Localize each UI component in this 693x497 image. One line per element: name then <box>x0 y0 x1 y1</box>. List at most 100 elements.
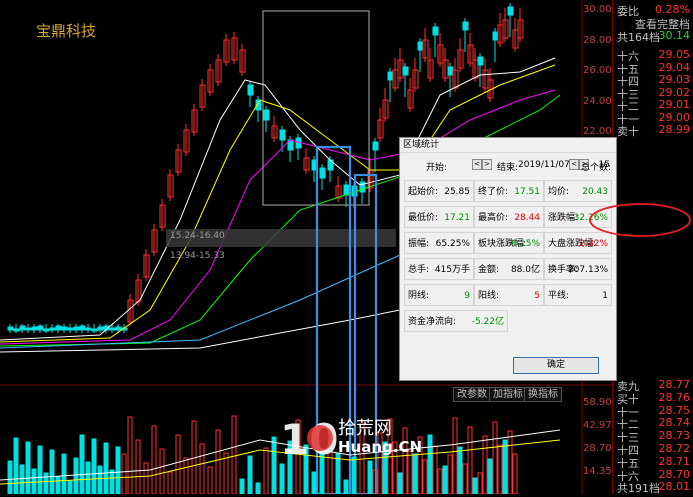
stat-cell: 最高价: 28.44 <box>474 206 544 228</box>
volume-bar <box>199 443 205 495</box>
volume-bar <box>159 448 165 495</box>
order-level-price: 29.00 <box>658 110 691 124</box>
price-tick: 22.00 <box>583 126 612 137</box>
candle-body <box>447 66 454 76</box>
start-stepper[interactable]: < > <box>472 159 492 170</box>
order-book-row[interactable]: 十二 29.01 <box>617 98 692 113</box>
candle-body <box>492 31 499 41</box>
volume-bar <box>457 446 463 495</box>
order-level-price: 29.05 <box>658 48 691 61</box>
volume-bar <box>507 430 513 495</box>
order-book-row[interactable]: 十五 29.04 <box>617 61 692 76</box>
order-level-price: 28.73 <box>658 429 691 443</box>
order-book-row[interactable]: 卖九 28.77 <box>617 378 692 393</box>
volume-bar <box>151 425 157 495</box>
volume-bar <box>437 468 443 495</box>
stat-value: -6.15% <box>508 239 540 249</box>
order-book-row[interactable]: 共164档 30.14 <box>617 29 692 44</box>
chevron-right-icon[interactable]: > <box>482 159 492 170</box>
order-level-price: 30.14 <box>658 29 691 42</box>
order-book-row[interactable]: 查看完整档 <box>617 16 692 31</box>
stat-value: 207.13% <box>567 265 608 275</box>
volume-bar <box>422 459 428 495</box>
stat-cell: 金额: 88.0亿 <box>474 258 544 280</box>
order-book-row[interactable]: 十一 28.75 <box>617 404 692 419</box>
stat-label: 阴线: <box>408 291 430 301</box>
candle-body <box>263 109 270 121</box>
stat-value: 20.43 <box>582 187 608 197</box>
edit-params-button[interactable]: 改参数 <box>453 387 491 402</box>
order-book-row[interactable]: 十六 28.70 <box>617 467 692 483</box>
candle-body <box>417 41 424 51</box>
price-tick: 28.00 <box>583 35 612 46</box>
candle-body <box>507 6 514 16</box>
order-book-row[interactable]: 卖十 28.99 <box>617 123 692 138</box>
volume-bar <box>263 447 269 495</box>
add-indicator-button[interactable]: 加指标 <box>489 387 527 402</box>
candle-body <box>85 327 92 331</box>
order-book-row[interactable]: 十三 29.02 <box>617 86 692 101</box>
order-level-price: 28.71 <box>658 454 691 468</box>
candle-body <box>61 326 68 331</box>
volume-bar <box>271 436 277 495</box>
stat-cell: 终了价: 17.51 <box>474 180 544 202</box>
start-label: 开始: <box>426 163 448 173</box>
volume-bar <box>497 444 503 495</box>
volume-bar <box>502 439 508 495</box>
switch-indicator-button[interactable]: 换指标 <box>524 387 562 402</box>
stat-value: 5 <box>534 291 540 301</box>
volume-bar <box>7 460 13 495</box>
order-level-price: 28.74 <box>658 416 691 430</box>
stat-value: 28.44 <box>514 213 540 223</box>
chevron-left-icon[interactable]: < <box>472 159 482 170</box>
volume-bar <box>13 437 19 495</box>
highlight-ellipse <box>589 203 691 237</box>
volume-bar <box>19 464 25 495</box>
candle-body <box>19 325 26 331</box>
order-book-row[interactable]: 十五 28.71 <box>617 454 692 470</box>
order-level-price: 28.70 <box>658 467 691 481</box>
order-book-row[interactable]: 共191档 28.01 <box>617 480 692 495</box>
order-level-price: 28.01 <box>658 480 691 494</box>
order-book-row[interactable]: 委比 0.28% <box>617 3 692 18</box>
candle-body <box>97 326 104 331</box>
volume-tick: 58.90 <box>583 397 612 408</box>
stat-label: 起始价: <box>408 187 439 197</box>
order-book-row[interactable]: 十一 29.00 <box>617 110 692 126</box>
stat-value: 1 <box>602 291 608 301</box>
candle-body <box>13 328 20 332</box>
dialog-title: 区域统计 <box>400 138 616 153</box>
stat-label: 振幅: <box>408 239 430 249</box>
volume-bar <box>167 471 173 495</box>
order-book-row[interactable]: 十六 29.05 <box>617 48 692 63</box>
ok-button[interactable]: 确定 <box>513 357 599 374</box>
candle-body <box>79 325 86 331</box>
stock-name: 宝鼎科技 <box>36 22 97 40</box>
order-book-row[interactable]: 十四 28.72 <box>617 442 692 457</box>
order-book-row[interactable]: 十四 29.03 <box>617 73 692 88</box>
order-book-row[interactable]: 十二 28.74 <box>617 416 692 431</box>
level-box-label-low: 13.94-15.33 <box>170 251 225 261</box>
periods-value: 15 <box>598 160 610 170</box>
volume-bar <box>127 416 133 495</box>
region-stats-dialog: 区域统计 开始: < > 结束: 2019/11/07 < > 总个数: 15 起始… <box>399 137 617 381</box>
order-level-price: 28.99 <box>658 123 691 136</box>
volume-bar <box>472 477 478 495</box>
volume-bar <box>121 453 127 495</box>
order-level-price: 0.28% <box>655 3 690 16</box>
stat-label: 最低价: <box>408 213 439 223</box>
order-book-row[interactable]: 十三 28.73 <box>617 429 692 444</box>
candle-body <box>372 141 379 151</box>
price-tick: 26.00 <box>583 65 612 76</box>
order-level-label: 共164档 <box>617 31 660 44</box>
candle-body <box>25 327 32 331</box>
order-book-row[interactable]: 买十 28.76 <box>617 391 692 406</box>
stat-value: -5.22亿 <box>471 317 504 327</box>
candle-body <box>109 327 116 331</box>
watermark-site: Huang.CN <box>338 438 423 456</box>
volume-bar <box>49 449 55 495</box>
volume-bar <box>512 453 518 495</box>
candle-body <box>7 326 14 331</box>
candle-body <box>247 84 254 96</box>
stat-cell: 振幅: 65.25% <box>404 232 474 254</box>
